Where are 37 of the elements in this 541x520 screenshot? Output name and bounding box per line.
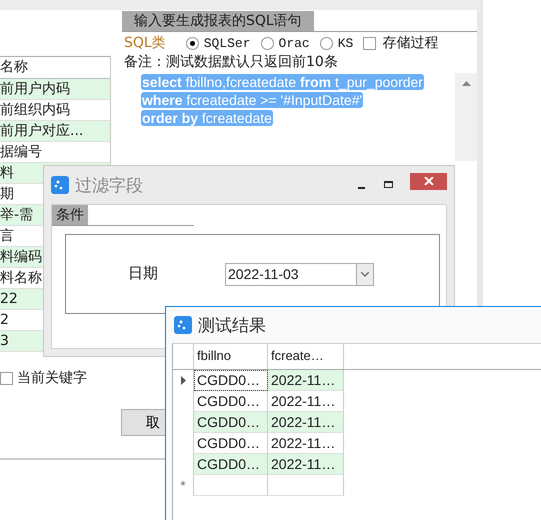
maximize-icon[interactable] (384, 180, 394, 190)
new-row-marker: * (180, 479, 186, 492)
radio-button[interactable] (320, 36, 333, 50)
tab[interactable]: 条件 (52, 205, 88, 225)
table-cell: CGDD0… (194, 412, 268, 433)
window-title: 测试结果 (198, 314, 266, 336)
checkbox-label: 当前关键字 (17, 369, 87, 387)
radio-button[interactable] (260, 36, 274, 50)
radio-label: SQLSer (204, 36, 251, 50)
current-row-icon (180, 376, 186, 385)
close-icon (424, 177, 434, 185)
app-icon (51, 176, 69, 194)
field-label: 日期 (128, 264, 159, 282)
checkbox[interactable] (363, 36, 376, 50)
window-title: 过滤字段 (75, 174, 143, 196)
radio-label: KS (338, 36, 354, 50)
scrollbar[interactable] (455, 73, 477, 161)
table-cell: 2022-11… (268, 454, 344, 475)
column-header[interactable]: fbillno (194, 344, 268, 369)
scroll-up-icon[interactable] (462, 81, 470, 86)
radio-button[interactable] (186, 36, 199, 50)
radio-label: Orac (278, 36, 310, 50)
table-cell: 2022-11… (268, 370, 344, 391)
checkbox-label: 存储过程 (382, 34, 438, 52)
list-item[interactable]: 前用户内码 (0, 79, 110, 100)
field-label: SQL类 (124, 34, 166, 52)
table-cell: CGDD0… (194, 454, 268, 475)
list-item[interactable]: 前用户对应... (0, 121, 110, 142)
close-button[interactable] (410, 172, 447, 190)
app-icon (174, 316, 192, 334)
tab[interactable]: 输入要生成报表的SQL语句 (122, 11, 314, 31)
table-cell: 2022-11… (268, 412, 344, 433)
date-picker[interactable]: 2022-11-03 (225, 262, 374, 286)
caret-icon[interactable] (361, 272, 369, 276)
column-header[interactable]: fcreate… (268, 344, 344, 369)
note-text: 备注：测试数据默认只返回前10条 (123, 53, 339, 71)
checkbox[interactable] (0, 372, 13, 384)
